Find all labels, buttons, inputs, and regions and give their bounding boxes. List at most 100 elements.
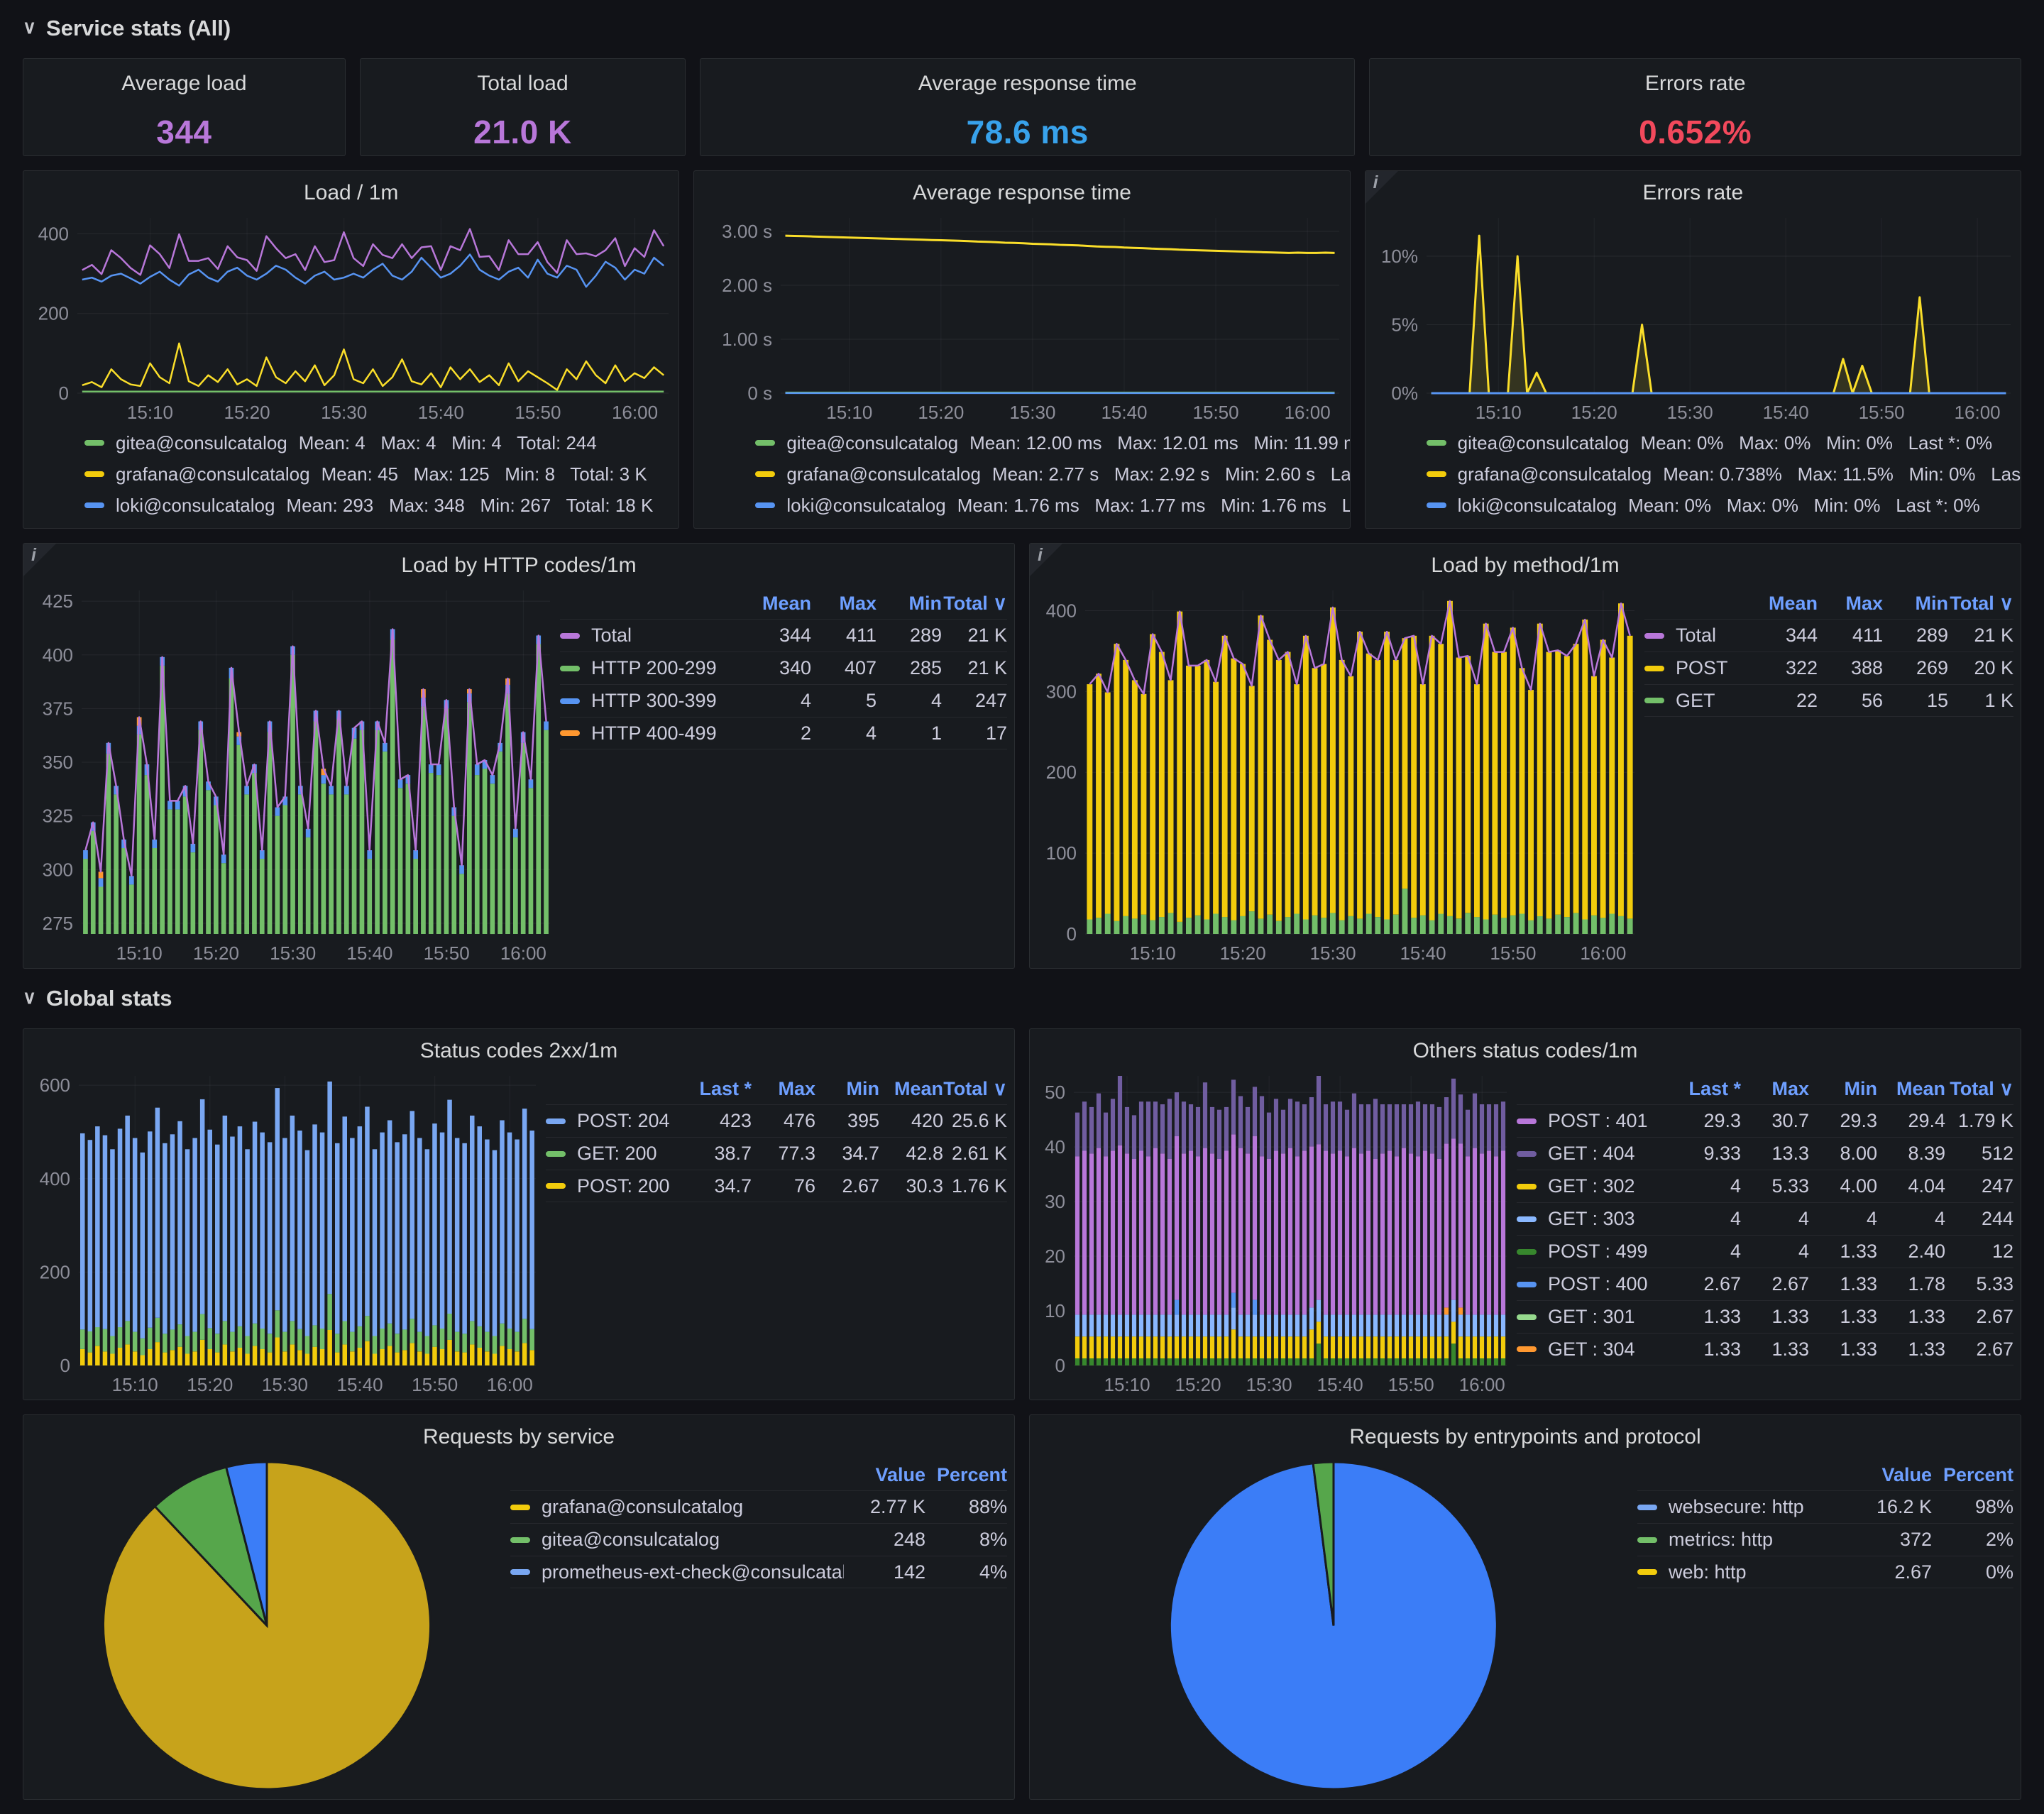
table-sort-header[interactable]: Total ∨ bbox=[1948, 593, 2013, 615]
panel-title[interactable]: Load by method/1m bbox=[1030, 544, 2021, 581]
series-color-swatch bbox=[755, 502, 775, 508]
table-sort-header[interactable]: Min bbox=[815, 1078, 879, 1100]
table-sort-header[interactable]: Mean bbox=[1877, 1078, 1945, 1100]
table-sort-header[interactable]: Last * bbox=[688, 1078, 752, 1100]
table-row[interactable]: HTTP 400-49924117 bbox=[560, 717, 1007, 749]
table-row[interactable]: metrics: http3722% bbox=[1637, 1523, 2013, 1556]
legend-item[interactable]: grafana@consulcatalogMean: 2.77 s Max: 2… bbox=[755, 458, 1345, 490]
table-row[interactable]: Total34441128921 K bbox=[1644, 619, 2013, 652]
table-sort-header[interactable]: Value bbox=[844, 1464, 925, 1486]
series-color-swatch bbox=[1517, 1151, 1537, 1157]
chart-canvas[interactable]: 010020030040015:1015:2015:3015:4015:5016… bbox=[1030, 581, 1644, 968]
table-row[interactable]: HTTP 200-29934040728521 K bbox=[560, 652, 1007, 684]
load-1m-chart[interactable]: 020040015:1015:2015:3015:4015:5016:00 bbox=[23, 208, 678, 427]
legend-item[interactable]: loki@consulcatalogMean: 1.76 ms Max: 1.7… bbox=[755, 490, 1345, 521]
legend-item[interactable]: gitea@consulcatalogMean: 4 Max: 4 Min: 4… bbox=[84, 427, 674, 458]
table-row[interactable]: HTTP 300-399454247 bbox=[560, 684, 1007, 717]
table-sort-header[interactable]: Mean bbox=[746, 593, 811, 615]
table-cell: 4 bbox=[811, 722, 877, 744]
info-icon[interactable]: i bbox=[1038, 544, 1043, 566]
panel-title[interactable]: Requests by entrypoints and protocol bbox=[1030, 1415, 2021, 1452]
table-row[interactable]: web: http2.670% bbox=[1637, 1556, 2013, 1588]
panel-title[interactable]: Requests by service bbox=[23, 1415, 1014, 1452]
table-sort-header[interactable]: Total ∨ bbox=[942, 593, 1007, 615]
table-cell: 2.67 bbox=[1945, 1306, 2013, 1328]
table-cell: 1.79 K bbox=[1945, 1110, 2013, 1132]
info-icon[interactable]: i bbox=[31, 544, 36, 566]
table-row[interactable]: POST : 40129.330.729.329.41.79 K bbox=[1517, 1104, 2013, 1137]
legend-item[interactable]: grafana@consulcatalogMean: 45 Max: 125 M… bbox=[84, 458, 674, 490]
table-row[interactable]: grafana@consulcatalog2.77 K88% bbox=[510, 1490, 1007, 1523]
table-sort-header[interactable]: Max bbox=[811, 593, 877, 615]
table-row[interactable]: gitea@consulcatalog2488% bbox=[510, 1523, 1007, 1556]
table-sort-header[interactable]: Value bbox=[1850, 1464, 1932, 1486]
pie-canvas[interactable] bbox=[1030, 1452, 1637, 1799]
table-row[interactable]: GET : 4049.3313.38.008.39512 bbox=[1517, 1137, 2013, 1170]
table-cell: 76 bbox=[752, 1175, 815, 1197]
legend-item[interactable]: gitea@consulcatalogMean: 0% Max: 0% Min:… bbox=[1427, 427, 2016, 458]
table-sort-header[interactable]: Max bbox=[1741, 1078, 1809, 1100]
chart-canvas[interactable]: 020040015:1015:2015:3015:4015:5016:00 bbox=[23, 208, 678, 427]
requests-by-service-pie[interactable] bbox=[23, 1452, 510, 1799]
section-header-global-stats[interactable]: ∨ Global stats bbox=[23, 983, 2021, 1014]
errors-rate-chart[interactable]: 0%5%10%15:1015:2015:3015:4015:5016:00 bbox=[1366, 208, 2021, 427]
table-row[interactable]: GET: 20038.777.334.742.82.61 K bbox=[546, 1137, 1007, 1170]
legend-item[interactable]: grafana@consulcatalogMean: 0.738% Max: 1… bbox=[1427, 458, 2016, 490]
table-sort-header[interactable]: Max bbox=[752, 1078, 815, 1100]
table-sort-header[interactable]: Mean bbox=[1752, 593, 1818, 615]
table-row[interactable]: GET : 30245.334.004.04247 bbox=[1517, 1170, 2013, 1202]
table-sort-header[interactable]: Min bbox=[1883, 593, 1948, 615]
x-axis-label: 15:40 bbox=[1400, 942, 1446, 964]
legend-item[interactable]: gitea@consulcatalogMean: 12.00 ms Max: 1… bbox=[755, 427, 1345, 458]
table-row[interactable]: POST: 20034.7762.6730.31.76 K bbox=[546, 1170, 1007, 1202]
table-row[interactable]: POST : 499441.332.4012 bbox=[1517, 1235, 2013, 1268]
avg-response-time-chart[interactable]: 0 s1.00 s2.00 s3.00 s15:1015:2015:3015:4… bbox=[694, 208, 1349, 427]
table-row[interactable]: prometheus-ext-check@consulcatalog1424% bbox=[510, 1556, 1007, 1588]
table-sort-header[interactable]: Last * bbox=[1673, 1078, 1741, 1100]
table-row[interactable]: GET : 3011.331.331.331.332.67 bbox=[1517, 1300, 2013, 1333]
series-color-swatch bbox=[546, 1151, 566, 1157]
x-axis-label: 15:40 bbox=[337, 1374, 383, 1395]
table-sort-header[interactable]: Mean bbox=[879, 1078, 943, 1100]
table-sort-header[interactable]: Total ∨ bbox=[1945, 1078, 2013, 1100]
table-sort-header[interactable]: Percent bbox=[1932, 1464, 2013, 1486]
chart-canvas[interactable]: 27530032535037540042515:1015:2015:3015:4… bbox=[23, 581, 560, 968]
table-row[interactable]: POST : 4002.672.671.331.785.33 bbox=[1517, 1268, 2013, 1300]
panel-title[interactable]: Status codes 2xx/1m bbox=[23, 1029, 1014, 1066]
section-header-service-stats[interactable]: ∨ Service stats (All) bbox=[23, 13, 2021, 44]
legend-item[interactable]: loki@consulcatalogMean: 0% Max: 0% Min: … bbox=[1427, 490, 2016, 521]
table-sort-header[interactable]: Total ∨ bbox=[943, 1078, 1007, 1100]
legend-item[interactable]: loki@consulcatalogMean: 293 Max: 348 Min… bbox=[84, 490, 674, 521]
panel-title[interactable]: Load / 1m bbox=[23, 171, 678, 208]
info-icon[interactable]: i bbox=[1373, 172, 1378, 193]
chart-canvas[interactable]: 0%5%10%15:1015:2015:3015:4015:5016:00 bbox=[1366, 208, 2021, 427]
table-row[interactable]: POST32238826920 K bbox=[1644, 652, 2013, 684]
table-sort-header[interactable]: Min bbox=[1809, 1078, 1877, 1100]
table-row[interactable]: GET : 3041.331.331.331.332.67 bbox=[1517, 1333, 2013, 1365]
table-sort-header[interactable]: Min bbox=[877, 593, 942, 615]
table-cell: 1.33 bbox=[1673, 1338, 1741, 1360]
y-axis-label: 350 bbox=[43, 752, 73, 773]
table-row[interactable]: GET : 3034444244 bbox=[1517, 1202, 2013, 1235]
panel-title[interactable]: Errors rate bbox=[1366, 171, 2021, 208]
chart-canvas[interactable]: 020040060015:1015:2015:3015:4015:5016:00 bbox=[23, 1066, 546, 1400]
status-codes-2xx-chart[interactable]: 020040060015:1015:2015:3015:4015:5016:00 bbox=[23, 1066, 546, 1400]
table-row[interactable]: POST: 20442347639542025.6 K bbox=[546, 1104, 1007, 1137]
table-sort-header[interactable]: Max bbox=[1818, 593, 1883, 615]
load-by-http-codes-chart[interactable]: 27530032535037540042515:1015:2015:3015:4… bbox=[23, 581, 560, 968]
others-status-codes-chart[interactable]: 0102030405015:1015:2015:3015:4015:5016:0… bbox=[1030, 1066, 1517, 1400]
table-row[interactable]: Total34441128921 K bbox=[560, 619, 1007, 652]
requests-by-entrypoints-pie[interactable] bbox=[1030, 1452, 1637, 1799]
chart-canvas[interactable]: 0 s1.00 s2.00 s3.00 s15:1015:2015:3015:4… bbox=[694, 208, 1349, 427]
panel-title[interactable]: Average response time bbox=[694, 171, 1349, 208]
table-row[interactable]: GET2256151 K bbox=[1644, 684, 2013, 717]
panel-title[interactable]: Load by HTTP codes/1m bbox=[23, 544, 1014, 581]
panel-title[interactable]: Others status codes/1m bbox=[1030, 1029, 2021, 1066]
table-cell: 21 K bbox=[942, 657, 1007, 679]
table-sort-header[interactable]: Percent bbox=[925, 1464, 1007, 1486]
load-by-method-chart[interactable]: 010020030040015:1015:2015:3015:4015:5016… bbox=[1030, 581, 1644, 968]
pie-canvas[interactable] bbox=[23, 1452, 510, 1799]
y-axis-label: 0 bbox=[59, 383, 69, 404]
table-row[interactable]: websecure: http16.2 K98% bbox=[1637, 1490, 2013, 1523]
chart-canvas[interactable]: 0102030405015:1015:2015:3015:4015:5016:0… bbox=[1030, 1066, 1517, 1400]
